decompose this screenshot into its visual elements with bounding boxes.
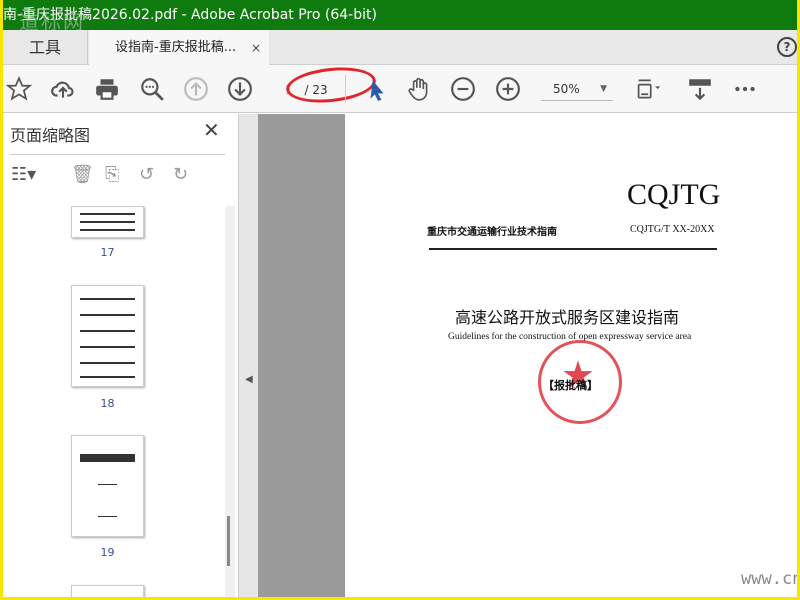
hand-tool-icon[interactable]: [405, 75, 433, 103]
zoom-level: 50%: [553, 82, 580, 96]
cloud-upload-icon[interactable]: [49, 75, 77, 103]
extract-page-icon[interactable]: ⎘: [105, 164, 119, 185]
divider: [10, 154, 225, 155]
standard-code: CQJTG/T XX-20XX: [630, 224, 715, 235]
document-viewer: CQJTG 重庆市交通运输行业技术指南 CQJTG/T XX-20XX 高速公路…: [258, 114, 797, 597]
standard-code-large: CQJTG: [627, 178, 721, 211]
tab-tools[interactable]: 工具: [3, 30, 88, 65]
thumbnail-label: 17: [100, 246, 115, 259]
print-icon[interactable]: [93, 75, 121, 103]
close-tab-icon[interactable]: ×: [251, 30, 261, 66]
rotate-ccw-icon[interactable]: ↺: [139, 164, 154, 185]
panel-title: 页面缩略图: [10, 126, 91, 145]
next-page-icon[interactable]: [226, 75, 254, 103]
tab-document[interactable]: 设指南-重庆报批稿... ×: [89, 30, 269, 66]
pdf-page: CQJTG 重庆市交通运输行业技术指南 CQJTG/T XX-20XX 高速公路…: [345, 114, 797, 597]
cursor-pointer-icon: [363, 75, 391, 103]
zoom-level-select[interactable]: 50% ▼: [541, 79, 613, 101]
collapse-arrow-icon[interactable]: ◀: [245, 374, 253, 385]
scrollbar-thumb[interactable]: [227, 516, 230, 566]
tab-bar: 工具 设指南-重庆报批稿... × ?: [3, 30, 797, 66]
panel-splitter[interactable]: ◀: [238, 114, 258, 597]
thumbnail-page-17[interactable]: [71, 206, 144, 238]
thumbnail-page-19[interactable]: [71, 435, 144, 537]
viewer-background: [258, 114, 345, 597]
search-icon[interactable]: [138, 75, 166, 103]
delete-icon[interactable]: 🗑: [71, 164, 94, 185]
draft-label: 【报批稿】: [543, 379, 598, 392]
thumbnail-page-20[interactable]: [71, 585, 144, 597]
thumbnail-toolbar: ☷▾ 🗑 ⎘ ↺ ↻: [3, 160, 233, 190]
tab-document-label: 设指南-重庆报批稿...: [115, 40, 237, 55]
thumbnail-label: 19: [100, 546, 115, 559]
thumbnail-scrollbar[interactable]: [225, 206, 235, 597]
toolbar: 1 / 23 50% ▼: [3, 63, 797, 113]
close-panel-icon[interactable]: ✕: [203, 118, 220, 142]
thumbnail-page-18[interactable]: [71, 285, 144, 387]
thumbnail-label: 18: [100, 397, 115, 410]
divider: [345, 75, 346, 103]
page-thumbnails-panel: 页面缩略图 ✕ ☷▾ 🗑 ⎘ ↺ ↻ 17 18 19: [3, 114, 238, 597]
help-icon[interactable]: ?: [777, 37, 797, 57]
fit-page-icon[interactable]: [631, 75, 667, 103]
scroll-mode-icon[interactable]: [686, 75, 714, 103]
site-watermark: www.cndao.com: [741, 569, 797, 589]
rotate-cw-icon[interactable]: ↻: [173, 164, 188, 185]
zoom-in-icon[interactable]: [494, 75, 522, 103]
chevron-down-icon: ▼: [600, 84, 607, 94]
more-options-icon[interactable]: [731, 75, 759, 103]
options-menu-icon[interactable]: ☷▾: [11, 164, 36, 185]
divider: [429, 248, 717, 250]
document-title: 高速公路开放式服务区建设指南: [455, 308, 680, 327]
previous-page-icon[interactable]: [182, 75, 210, 103]
title-bar: 南-重庆报批稿2026.02.pdf - Adobe Acrobat Pro (…: [3, 0, 797, 30]
zoom-out-icon[interactable]: [449, 75, 477, 103]
acrobat-window: 南-重庆报批稿2026.02.pdf - Adobe Acrobat Pro (…: [3, 0, 797, 597]
star-bookmark-icon[interactable]: [5, 75, 33, 103]
thumbnail-list: 17 18 19: [3, 206, 225, 597]
organization: 重庆市交通运输行业技术指南: [427, 227, 557, 238]
